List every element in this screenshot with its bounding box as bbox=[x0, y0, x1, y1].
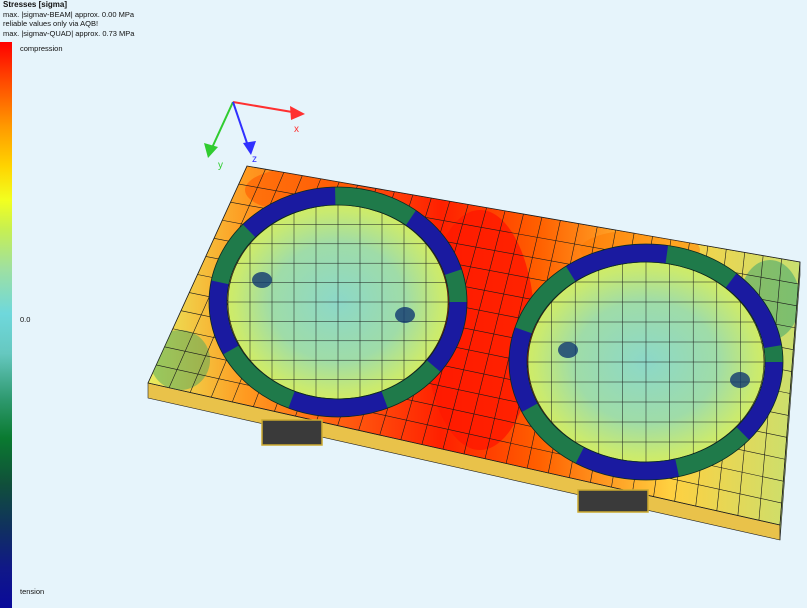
y-axis-arrow-icon bbox=[204, 143, 218, 158]
model-viewport[interactable]: x y z bbox=[0, 0, 807, 608]
x-axis-label: x bbox=[294, 124, 299, 135]
z-axis-arrow-icon bbox=[243, 141, 256, 155]
y-axis-label: y bbox=[218, 160, 223, 171]
z-axis-label: z bbox=[252, 154, 257, 165]
x-axis-arrow-icon bbox=[290, 106, 305, 120]
axis-triad: x y z bbox=[204, 101, 305, 171]
